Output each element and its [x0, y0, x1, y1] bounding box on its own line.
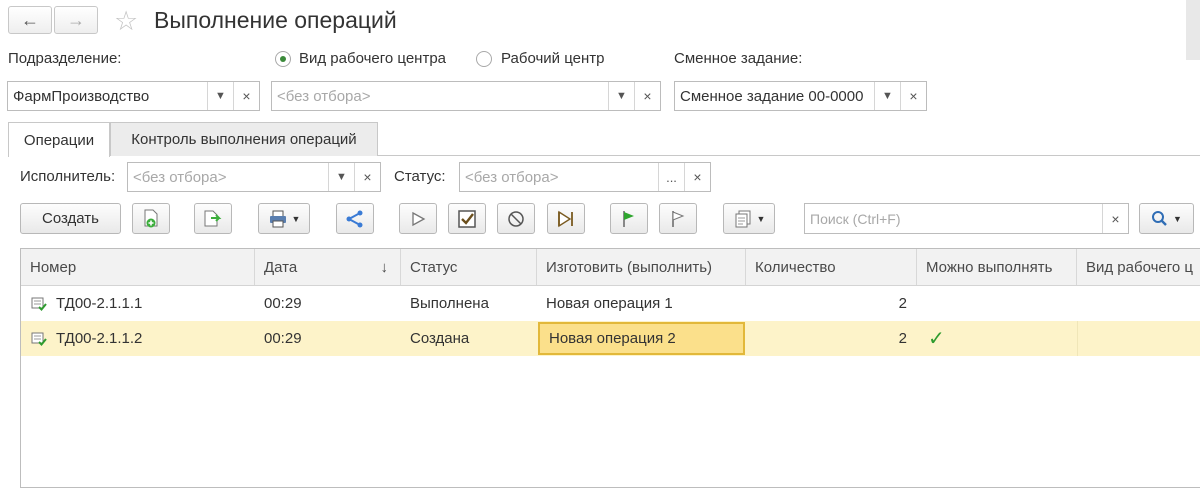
document-add-icon [144, 209, 158, 227]
dropdown-arrow-icon[interactable]: ▼ [328, 163, 354, 191]
report-menu-button[interactable]: ▼ [723, 203, 775, 234]
status-field[interactable]: <без отбора> ... × [459, 162, 711, 192]
workcenter-field[interactable]: <без отбора> ▼ × [271, 81, 661, 111]
cancel-circle-icon [508, 210, 524, 227]
cell-number-text: ТД00-2.1.1.2 [56, 330, 143, 347]
radio-workcenter-label[interactable]: Рабочий центр [501, 50, 604, 67]
skip-forward-icon [558, 210, 573, 227]
cell-date: 00:29 [264, 330, 302, 347]
executor-label: Исполнитель: [20, 168, 116, 185]
play-icon [412, 211, 426, 226]
flag-clear-button[interactable] [659, 203, 697, 234]
column-header-quantity[interactable]: Количество [746, 249, 917, 285]
operations-table[interactable]: Номер Дата ↓ Статус Изготовить (выполнит… [20, 248, 1200, 488]
shift-task-value[interactable]: Сменное задание 00-0000 [675, 88, 874, 105]
table-row-selected[interactable]: ТД00-2.1.1.2 00:29 Создана Новая операци… [21, 321, 1200, 356]
department-label: Подразделение: [8, 50, 122, 67]
clear-icon[interactable]: × [1102, 204, 1128, 233]
dropdown-arrow-icon: ▼ [291, 213, 301, 224]
structure-button[interactable] [336, 203, 374, 234]
shift-task-field[interactable]: Сменное задание 00-0000 ▼ × [674, 81, 927, 111]
executor-placeholder[interactable]: <без отбора> [128, 169, 328, 186]
document-arrow-icon [204, 210, 222, 226]
column-separator [1077, 321, 1078, 356]
table-header: Номер Дата ↓ Статус Изготовить (выполнит… [21, 249, 1200, 286]
start-button[interactable] [399, 203, 437, 234]
search-menu-button[interactable]: ▼ [1139, 203, 1194, 234]
executor-field[interactable]: <без отбора> ▼ × [127, 162, 381, 192]
tab-operations[interactable]: Операции [8, 122, 110, 157]
complete-button[interactable] [448, 203, 486, 234]
dropdown-arrow-icon[interactable]: ▼ [874, 82, 900, 110]
arrow-left-icon: ← [21, 9, 39, 30]
tab-execution-control[interactable]: Контроль выполнения операций [110, 122, 378, 156]
arrow-right-icon: → [67, 9, 85, 30]
dropdown-arrow-icon[interactable]: ▼ [608, 82, 634, 110]
add-from-button[interactable] [194, 203, 232, 234]
flag-set-button[interactable] [610, 203, 648, 234]
back-button[interactable]: ← [8, 6, 52, 34]
workcenter-placeholder[interactable]: <без отбора> [272, 88, 608, 105]
select-ellipsis-button[interactable]: ... [658, 163, 684, 191]
print-menu-button[interactable]: ▼ [258, 203, 310, 234]
cell-quantity: 2 [898, 330, 907, 347]
page-title: Выполнение операций [154, 7, 397, 33]
printer-icon [269, 210, 286, 227]
radio-workcenter-type[interactable] [275, 51, 291, 67]
cell-status: Создана [410, 330, 470, 347]
clear-icon[interactable]: × [900, 82, 926, 110]
status-placeholder[interactable]: <без отбора> [460, 169, 658, 186]
clear-icon[interactable]: × [354, 163, 380, 191]
column-header-workcenter-type[interactable]: Вид рабочего ц [1077, 249, 1200, 285]
search-icon [1152, 211, 1167, 226]
department-field[interactable]: ФармПроизводство ▼ × [7, 81, 260, 111]
search-field[interactable]: Поиск (Ctrl+F) × [804, 203, 1129, 234]
radio-workcenter[interactable] [476, 51, 492, 67]
cell-can-execute: ✓ [917, 321, 1077, 356]
column-header-can-execute[interactable]: Можно выполнять [917, 249, 1077, 285]
clear-icon[interactable]: × [233, 82, 259, 110]
column-header-number[interactable]: Номер [21, 249, 255, 285]
forward-button[interactable]: → [54, 6, 98, 34]
cell-operation-active[interactable]: Новая операция 2 [538, 322, 745, 355]
window-menu-strip[interactable] [1186, 0, 1200, 60]
cell-quantity: 2 [898, 295, 907, 312]
flag-outline-icon [672, 210, 685, 227]
sort-arrow-icon: ↓ [380, 258, 389, 276]
search-input[interactable]: Поиск (Ctrl+F) [805, 211, 1102, 227]
department-value[interactable]: ФармПроизводство [8, 88, 207, 105]
dropdown-arrow-icon: ▼ [756, 213, 766, 224]
checkmark-icon: ✓ [928, 328, 945, 350]
column-header-status[interactable]: Статус [401, 249, 537, 285]
create-button[interactable]: Создать [20, 203, 121, 234]
cell-status: Выполнена [410, 295, 489, 312]
cancel-button[interactable] [497, 203, 535, 234]
column-header-date-label: Дата [264, 258, 298, 276]
add-copy-button[interactable] [132, 203, 170, 234]
document-status-icon [31, 332, 47, 346]
cell-date: 00:29 [264, 295, 302, 312]
cell-number-text: ТД00-2.1.1.1 [56, 295, 143, 312]
next-step-button[interactable] [547, 203, 585, 234]
radio-workcenter-type-label[interactable]: Вид рабочего центра [299, 50, 446, 67]
share-branch-icon [346, 210, 363, 227]
dropdown-arrow-icon: ▼ [1173, 213, 1182, 224]
cell-number: ТД00-2.1.1.2 [21, 321, 255, 356]
status-label: Статус: [394, 168, 446, 185]
shift-task-label: Сменное задание: [674, 50, 803, 67]
clear-icon[interactable]: × [634, 82, 660, 110]
favorite-star-icon[interactable]: ☆ [114, 6, 138, 37]
column-header-date[interactable]: Дата ↓ [255, 249, 401, 285]
dropdown-arrow-icon[interactable]: ▼ [207, 82, 233, 110]
cell-operation: Новая операция 1 [546, 295, 673, 312]
documents-icon [735, 210, 751, 227]
checkbox-checked-icon [458, 209, 476, 228]
table-row[interactable]: ТД00-2.1.1.1 00:29 Выполнена Новая опера… [21, 286, 1200, 321]
clear-icon[interactable]: × [684, 163, 710, 191]
green-flag-icon [623, 210, 634, 227]
document-status-icon [31, 297, 47, 311]
cell-can-execute [917, 286, 1077, 321]
cell-number: ТД00-2.1.1.1 [21, 286, 255, 321]
column-header-operation[interactable]: Изготовить (выполнить) [537, 249, 746, 285]
